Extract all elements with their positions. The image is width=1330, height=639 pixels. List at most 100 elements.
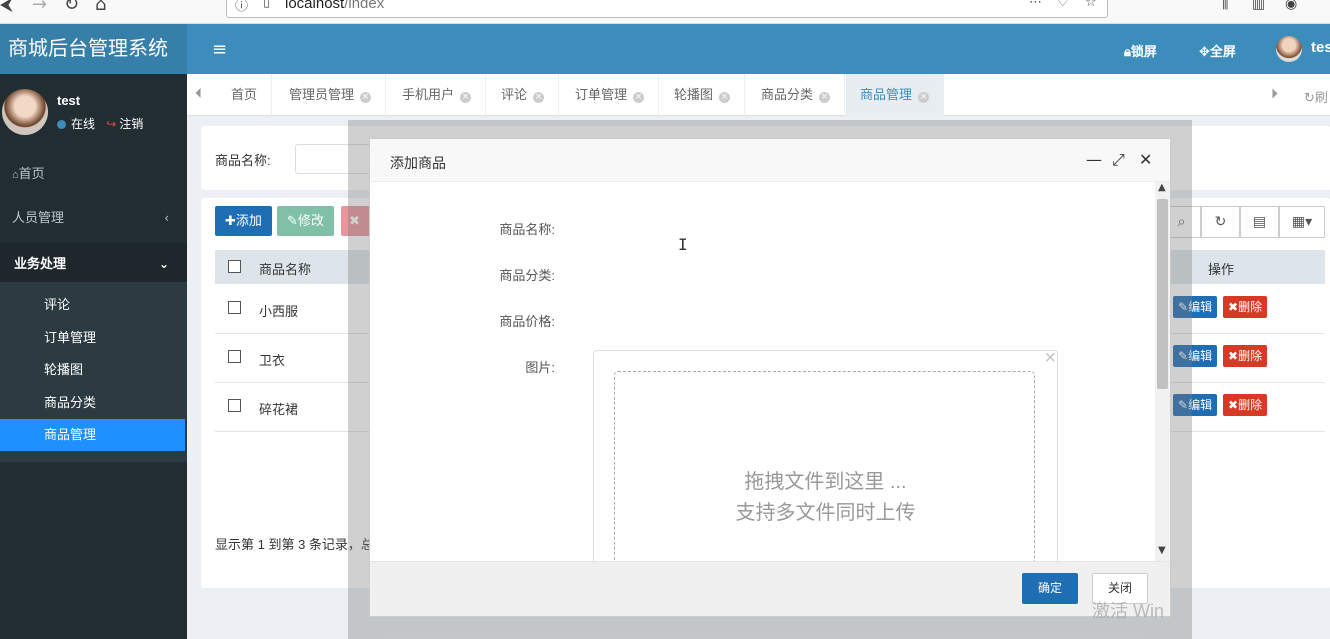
logout-link[interactable]: 注销	[119, 117, 143, 131]
home-icon: ⌂	[12, 169, 19, 181]
user-panel: test 在线 ↪ 注销	[0, 74, 187, 152]
tab-products[interactable]: 商品管理 ×	[846, 74, 945, 116]
search-label: 商品名称:	[215, 153, 271, 168]
field-label-price: 商品价格:	[499, 314, 555, 329]
edit-button[interactable]: ✎修改	[277, 206, 334, 236]
row-delete-button[interactable]: ✖删除	[1223, 394, 1268, 416]
row-delete-button[interactable]: ✖删除	[1223, 345, 1268, 367]
drop-zone[interactable]: 拖拽文件到这里 ... 支持多文件同时上传	[614, 371, 1035, 561]
sidebar: test 在线 ↪ 注销 ⌂首页 人员管理 ‹ 业务处理 ⌄ 评论 订单管理 轮播…	[0, 74, 187, 639]
logout-icon[interactable]: ↪	[106, 117, 116, 131]
sidebar-item-orders[interactable]: 订单管理	[0, 322, 187, 354]
sidebar-item-categories[interactable]: 商品分类	[0, 387, 187, 419]
sidebar-user-name: test	[57, 93, 81, 108]
dialog-body: 商品名称: 商品分类: 商品价格: 图片: × 拖拽文件到这里 ... 支持多文…	[370, 182, 1155, 561]
reload-icon[interactable]: ↻	[64, 0, 79, 15]
add-button[interactable]: ✚添加	[215, 206, 272, 236]
tab-orders[interactable]: 订单管理 ×	[561, 74, 660, 116]
sidebar-icon[interactable]: ▥	[1252, 0, 1265, 12]
browser-toolbar: ⮜ → ↻ ⌂ ⓘ ▯ localhost/index ⋯ ♡ ☆ ⫼ ▥ ◉	[0, 0, 1330, 24]
tabs-scroll-left-icon[interactable]: ⏴	[195, 86, 202, 102]
toggle-view-icon[interactable]: ▤	[1240, 206, 1279, 238]
columns-icon[interactable]: ▦▾	[1279, 206, 1325, 238]
tab-carousel[interactable]: 轮播图 ×	[660, 74, 746, 116]
avatar[interactable]	[1276, 36, 1302, 62]
maximize-icon[interactable]: ⤢	[1112, 150, 1125, 170]
sidebar-item-business[interactable]: 业务处理 ⌄	[0, 242, 187, 286]
row-checkbox[interactable]	[228, 399, 241, 412]
dialog-header: 添加商品 — ⤢ ✕	[370, 139, 1170, 182]
confirm-button[interactable]: 确定	[1022, 573, 1078, 604]
sidebar-item-home[interactable]: ⌂首页	[0, 152, 187, 196]
plus-icon: ✚	[225, 213, 236, 228]
row-delete-button[interactable]: ✖删除	[1223, 296, 1268, 318]
field-label-name: 商品名称:	[499, 222, 555, 237]
col-action: 操作	[1208, 262, 1235, 277]
delete-icon: ✖	[1228, 300, 1239, 314]
tab-mobile-users[interactable]: 手机用户 ×	[388, 74, 487, 116]
back-icon[interactable]: ⮜	[0, 0, 13, 15]
text-cursor-icon: I	[678, 235, 688, 254]
sidebar-item-comments[interactable]: 评论	[0, 289, 187, 321]
lock-screen-button[interactable]: 🔒︎锁屏	[1124, 41, 1157, 60]
library-icon[interactable]: ⫼	[1222, 0, 1228, 12]
refresh-icon[interactable]: ↻	[1201, 206, 1240, 238]
app-title[interactable]: 商城后台管理系统	[0, 24, 187, 74]
sidebar-item-carousel[interactable]: 轮播图	[0, 354, 187, 386]
dialog-scrollbar[interactable]: ▲ ▼	[1155, 182, 1170, 561]
row-checkbox[interactable]	[228, 350, 241, 363]
product-name: 碎花裙	[259, 402, 299, 417]
col-product-name[interactable]: 商品名称	[259, 259, 311, 278]
tab-comments[interactable]: 评论 ×	[487, 74, 560, 116]
dialog-footer: 确定 关闭	[370, 561, 1170, 616]
dialog-title: 添加商品	[390, 155, 446, 171]
close-icon[interactable]: ✕	[1139, 150, 1152, 169]
refresh-tab-button[interactable]: ↻刷	[1304, 87, 1328, 106]
product-name: 小西服	[259, 304, 299, 319]
drop-hint: 拖拽文件到这里 ...	[744, 471, 907, 493]
header-user-name[interactable]: tes	[1311, 39, 1330, 56]
close-icon[interactable]: ×	[918, 92, 930, 103]
pocket-icon[interactable]: ♡	[1057, 0, 1069, 10]
file-upload[interactable]: × 拖拽文件到这里 ... 支持多文件同时上传	[593, 348, 1058, 561]
field-label-category: 商品分类:	[499, 268, 555, 283]
add-product-dialog: 添加商品 — ⤢ ✕ 商品名称: 商品分类: 商品价格: 图片: × 拖拽文件到…	[370, 139, 1170, 616]
tab-bar: ⏴ 首页 管理员管理 × 手机用户 × 评论 × 订单管理 × 轮播图 × 商品分类 × 商…	[187, 74, 1330, 116]
url-bar[interactable]: ⓘ ▯ localhost/index ⋯ ♡ ☆	[226, 0, 1108, 18]
close-icon[interactable]: ×	[633, 92, 645, 103]
tabs-scroll-right-icon[interactable]: ⏵	[1271, 86, 1278, 102]
close-icon[interactable]: ×	[819, 92, 831, 103]
close-icon[interactable]: ×	[460, 92, 472, 103]
product-name: 卫衣	[259, 353, 286, 368]
tab-categories[interactable]: 商品分类 ×	[747, 74, 846, 116]
user-status: 在线 ↪ 注销	[57, 115, 143, 132]
clear-upload-icon[interactable]: ×	[1044, 348, 1057, 366]
tab-home[interactable]: 首页	[217, 74, 273, 116]
delete-icon: ✖	[1228, 349, 1239, 363]
avatar	[2, 89, 48, 135]
fullscreen-button[interactable]: ✥全屏	[1199, 41, 1236, 60]
more-icon[interactable]: ⋯	[1029, 0, 1042, 10]
home-icon[interactable]: ⌂	[95, 0, 106, 15]
drop-subhint: 支持多文件同时上传	[735, 502, 916, 524]
scroll-up-icon[interactable]: ▲	[1158, 182, 1166, 193]
row-checkbox[interactable]	[228, 301, 241, 314]
chevron-left-icon: ‹	[164, 211, 169, 225]
menu-toggle-icon[interactable]: ≡	[212, 39, 227, 60]
chevron-down-icon: ⌄	[158, 257, 169, 271]
bookmark-star-icon[interactable]: ☆	[1085, 0, 1097, 10]
forward-icon[interactable]: →	[32, 0, 47, 15]
expand-icon: ✥	[1199, 44, 1210, 59]
scroll-thumb[interactable]	[1157, 199, 1168, 389]
close-icon[interactable]: ×	[360, 92, 372, 103]
sidebar-item-staff[interactable]: 人员管理 ‹	[0, 196, 187, 240]
edit-icon: ✎	[287, 213, 298, 228]
account-icon[interactable]: ◉	[1285, 0, 1297, 12]
minimize-icon[interactable]: —	[1086, 150, 1102, 169]
select-all-checkbox[interactable]	[228, 260, 241, 273]
close-icon[interactable]: ×	[719, 92, 731, 103]
sidebar-item-products[interactable]: 商品管理	[0, 419, 185, 451]
tab-admins[interactable]: 管理员管理 ×	[275, 74, 387, 116]
scroll-down-icon[interactable]: ▼	[1158, 545, 1166, 556]
close-icon[interactable]: ×	[533, 92, 545, 103]
